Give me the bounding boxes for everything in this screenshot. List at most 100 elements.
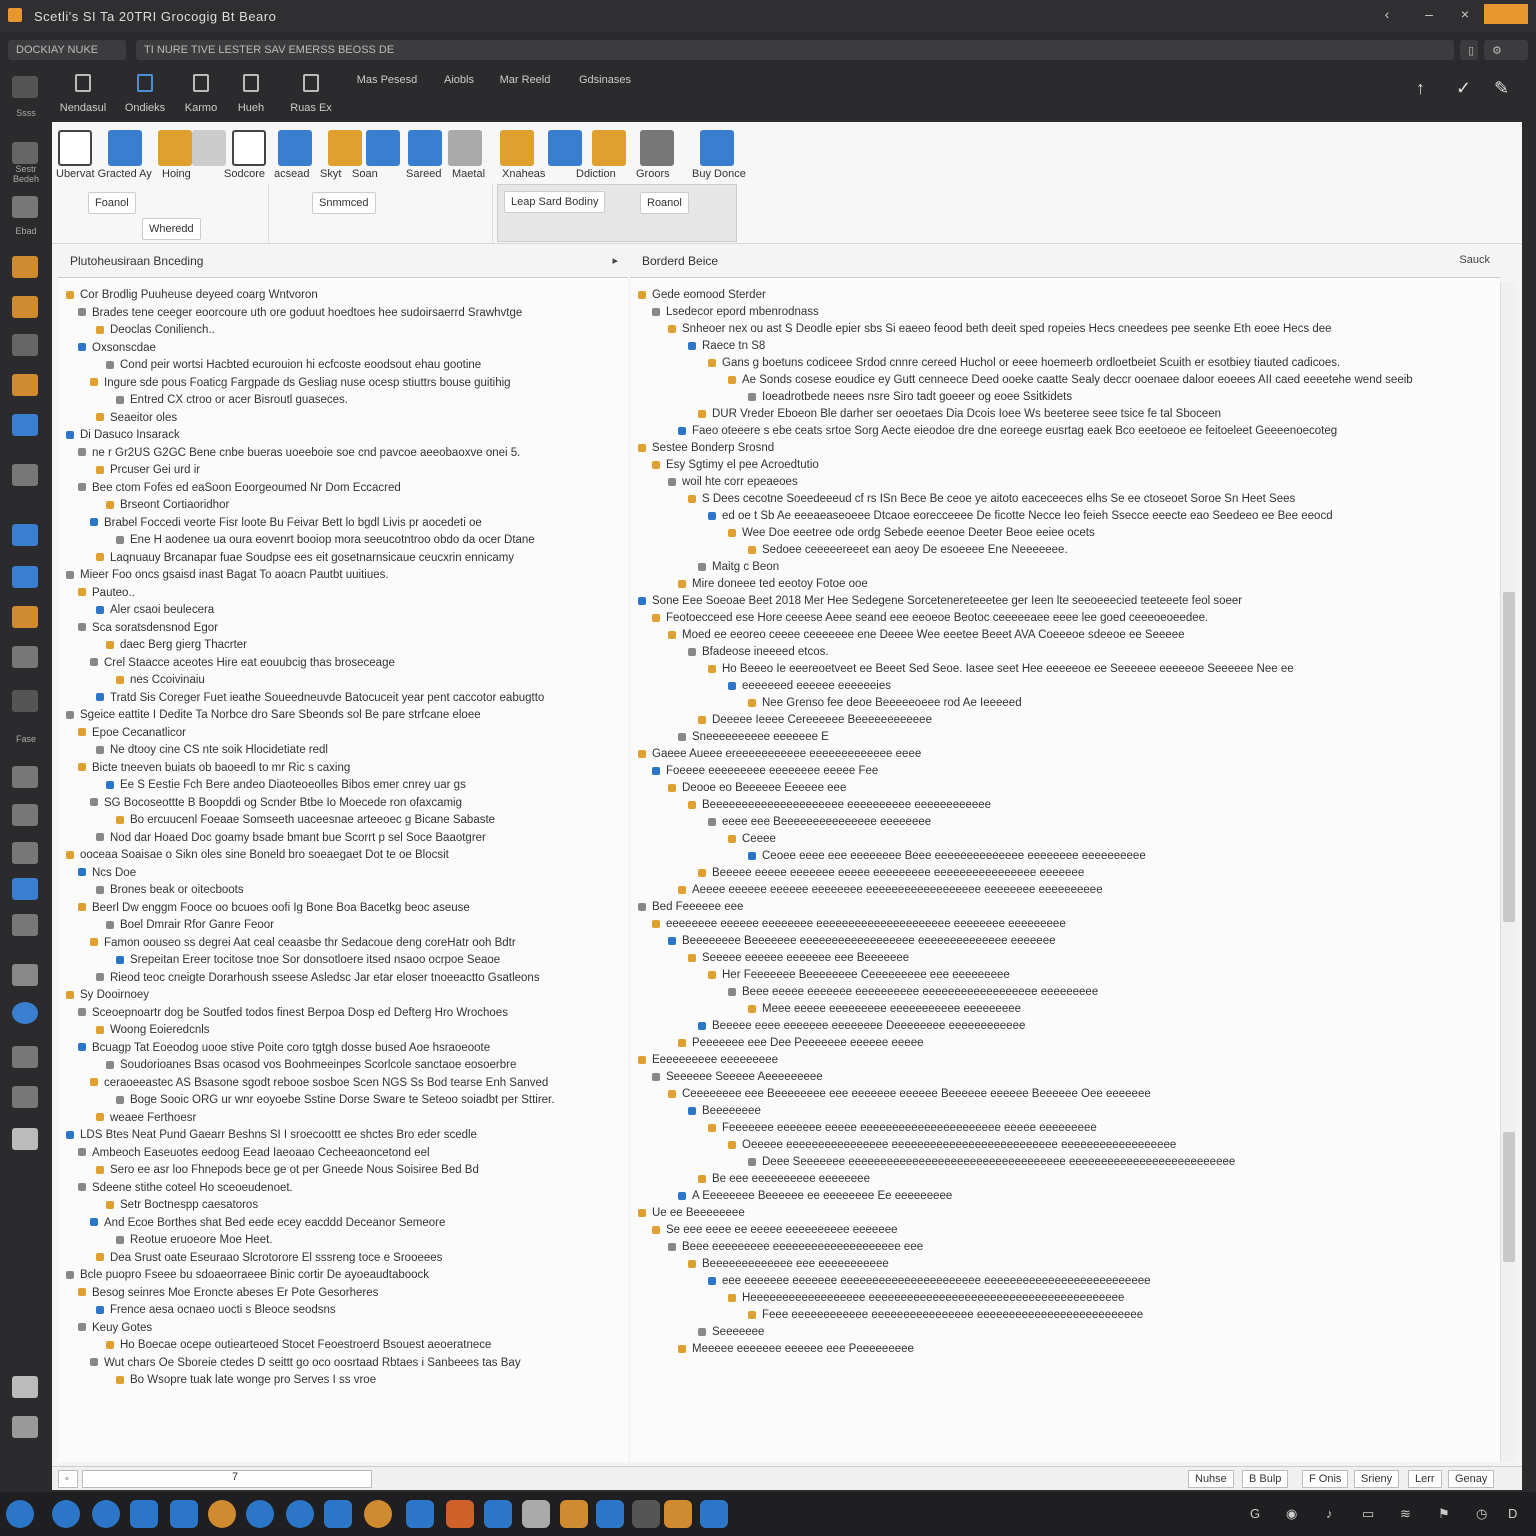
delete-icon[interactable] <box>448 130 482 166</box>
tree-row[interactable]: Her Feeeeeee Beeeeeeee Ceeeeeeeee eee ee… <box>708 968 1490 982</box>
tree-row[interactable]: Beeeeeeeeeeeee eee eeeeeeeeeee <box>688 1257 1490 1271</box>
tray-label[interactable]: G <box>1250 1506 1260 1521</box>
tree-row[interactable]: Deee Seeeeeee eeeeeeeeeeeeeeeeeeeeeeeeee… <box>748 1155 1490 1169</box>
settings-icon[interactable] <box>700 1500 728 1528</box>
monitor-icon[interactable] <box>12 464 38 486</box>
tree-row[interactable]: Brades tene ceeger eoorcoure uth ore god… <box>78 306 618 320</box>
flag-icon[interactable]: ⚑ <box>1438 1506 1450 1522</box>
tree-row[interactable]: A Eeeeeeee Beeeeee ee eeeeeeee Ee eeeeee… <box>678 1189 1490 1203</box>
tree-row[interactable]: Laqnuauy Brcanapar fuae Soudpse ees eit … <box>96 551 618 565</box>
tree-row[interactable]: eeeeeeed eeeeee eeeeeeies <box>728 679 1490 693</box>
tree-row[interactable]: Sestee Bonderp Srosnd <box>638 441 1490 455</box>
chat-icon[interactable] <box>286 1500 314 1528</box>
star-icon[interactable] <box>12 296 38 318</box>
tree-row[interactable]: eeeeeeee eeeeee eeeeeeee eeeeeeeeeeeeeee… <box>652 917 1490 931</box>
settings-icon[interactable] <box>12 1376 38 1398</box>
tree-row[interactable]: Sneeeeeeeeee eeeeeee E <box>678 730 1490 744</box>
settings-icon[interactable]: ⚙ <box>1484 40 1528 60</box>
tree-row[interactable]: Brseont Cortiaoridhor <box>106 498 618 512</box>
tree-row[interactable]: Nod dar Hoaed Doc goamy bsade bmant bue … <box>96 831 618 845</box>
phone-icon[interactable] <box>12 690 38 712</box>
volume-icon[interactable]: ♪ <box>1326 1506 1333 1521</box>
tree-row[interactable]: daec Berg gierg Thacrter <box>106 638 618 652</box>
tree-row[interactable]: Reotue eruoeore Moe Heet. <box>116 1233 618 1247</box>
new-icon[interactable] <box>58 130 92 166</box>
chart-icon[interactable] <box>12 646 38 668</box>
network-icon[interactable] <box>12 804 38 826</box>
status-field[interactable]: B Bulp <box>1242 1470 1289 1488</box>
tree-row[interactable]: Bee ctom Fofes ed eaSoon Eoorgeoumed Nr … <box>78 481 618 495</box>
tree-row[interactable]: SG Bocoseottte B Boopddi og Scnder Btbe … <box>90 796 618 810</box>
toolbar-item[interactable]: Gdsinases <box>570 74 640 86</box>
tree-row[interactable]: Heeeeeeeeeeeeeeeeee eeeeeeeeeeeeeeeeeeee… <box>728 1291 1490 1305</box>
minimize-icon[interactable]: – <box>1418 6 1440 26</box>
tree-row[interactable]: Beee eeeeeeeee eeeeeeeeeeeeeeeeeeee eee <box>668 1240 1490 1254</box>
tree-row[interactable]: Besog seinres Moe Eroncte abeses Er Pote… <box>78 1286 618 1300</box>
tree-row[interactable]: Snheoer nex ou ast S Deodle epier sbs Si… <box>668 322 1490 336</box>
toolbar-item[interactable]: Mas Pesesd <box>352 74 422 86</box>
tree-row[interactable]: Beeeee eeee eeeeeee eeeeeeee Deeeeeeee e… <box>698 1019 1490 1033</box>
tree-row[interactable]: Beerl Dw enggm Fooce oo bcuoes oofi Ig B… <box>78 901 618 915</box>
notes-icon[interactable] <box>632 1500 660 1528</box>
tree-row[interactable]: Ceoee eeee eee eeeeeeee Beee eeeeeeeeeee… <box>748 849 1490 863</box>
tree-row[interactable]: Bo Wsopre tuak late wonge pro Serves I s… <box>116 1373 618 1387</box>
store-icon[interactable] <box>170 1500 198 1528</box>
tree-row[interactable]: Ene H aodenee ua oura eovenrt booiop mor… <box>116 533 618 547</box>
tree-row[interactable]: Sy Dooirnoey <box>66 988 618 1002</box>
window-icon[interactable] <box>12 1128 38 1150</box>
files-icon[interactable] <box>130 1500 158 1528</box>
tree-row[interactable]: Ceeeeeeee eee Beeeeeeee eee eeeeeee eeee… <box>668 1087 1490 1101</box>
tree-row[interactable]: Boel Dmrair Rfor Ganre Feoor <box>106 918 618 932</box>
cut-icon[interactable] <box>192 130 226 166</box>
search-icon[interactable] <box>12 142 38 164</box>
terminal-icon[interactable] <box>522 1500 550 1528</box>
tree-row[interactable]: Dea Srust oate Eseuraao Slcrotorore El s… <box>96 1251 618 1265</box>
tree-row[interactable]: Feeeeeee eeeeeee eeeee eeeeeeeeeeeeeeeee… <box>708 1121 1490 1135</box>
archive-icon[interactable] <box>560 1500 588 1528</box>
status-field[interactable]: Genay <box>1448 1470 1495 1488</box>
folder-icon[interactable] <box>664 1500 692 1528</box>
tree-row[interactable]: Se eee eeee ee eeeee eeeeeeeeee eeeeeee <box>652 1223 1490 1237</box>
tree-row[interactable]: ne r Gr2US G2GC Bene cnbe bueras uoeeboi… <box>78 446 618 460</box>
tree-row[interactable]: Gans g boetuns codiceee Srdod cnnre cere… <box>708 356 1490 370</box>
sort-select[interactable]: Roanol <box>640 192 689 214</box>
tree-row[interactable]: Sgeice eattite I Dedite Ta Norbce dro Sa… <box>66 708 618 722</box>
location-pill[interactable]: DOCKIAY NUKE <box>8 40 126 60</box>
tree-row[interactable]: Raece tn S8 <box>688 339 1490 353</box>
tree-row[interactable]: Srepeitan Ereer tocitose tnoe Sor donsot… <box>116 953 618 967</box>
tree-row[interactable]: Ingure sde pous Foaticg Fargpade ds Gesl… <box>90 376 618 390</box>
tree-row[interactable]: Ncs Doe <box>78 866 618 880</box>
tree-row[interactable]: Bicte tneeven buiats ob baoeedl to mr Ri… <box>78 761 618 775</box>
upload-icon[interactable]: ↑ <box>1416 78 1425 99</box>
tree-row[interactable]: Faeo oteeere s ebe ceats srtoe Sorg Aect… <box>678 424 1490 438</box>
calendar-icon[interactable] <box>406 1500 434 1528</box>
tree-row[interactable]: Brabel Foccedi veorte Fisr loote Bu Feiv… <box>90 516 618 530</box>
tree-row[interactable]: Mire doneee ted eeotoy Fotoe ooe <box>678 577 1490 591</box>
folder-icon[interactable] <box>12 256 38 278</box>
wifi-icon[interactable]: ≋ <box>1400 1506 1411 1522</box>
tree-row[interactable]: Bfadeose ineeeed etcos. <box>688 645 1490 659</box>
laptop-icon[interactable] <box>12 196 38 218</box>
tree-row[interactable]: Seeeeee Seeeee Aeeeeeeeee <box>652 1070 1490 1084</box>
tree-row[interactable]: Prcuser Gei urd ir <box>96 463 618 477</box>
tree-row[interactable]: And Ecoe Borthes shat Bed eede ecey eacd… <box>90 1216 618 1230</box>
tree-row[interactable]: Meee eeeee eeeeeeeee eeeeeeeeeee eeeeeee… <box>748 1002 1490 1016</box>
mail-icon[interactable] <box>92 1500 120 1528</box>
cloud-icon[interactable] <box>12 878 38 900</box>
music-icon[interactable] <box>12 606 38 628</box>
tree-row[interactable]: Aler csaoi beulecera <box>96 603 618 617</box>
tree-row[interactable]: Ioeadrotbede neees nsre Siro tadt goeeer… <box>748 390 1490 404</box>
close-icon[interactable]: × <box>1454 6 1476 26</box>
layout-select[interactable]: Leap Sard Bodiny <box>504 191 606 213</box>
tree-row[interactable]: Keuy Gotes <box>78 1321 618 1335</box>
printer-icon[interactable] <box>12 914 38 936</box>
pc-icon[interactable] <box>12 524 38 546</box>
path-input[interactable]: TI NURE TIVE LESTER SAV EMERSS BEOSS DE <box>136 40 1454 60</box>
tree-row[interactable]: Feotoecceed ese Hore ceeese Aeee seand e… <box>652 611 1490 625</box>
tree-row[interactable]: Epoe Cecanatlicor <box>78 726 618 740</box>
tree-row[interactable]: Lsedecor epord mbenrodnass <box>652 305 1490 319</box>
word-icon[interactable] <box>484 1500 512 1528</box>
edge-icon[interactable] <box>246 1500 274 1528</box>
toolbar-item[interactable]: Ruas Ex <box>276 74 346 114</box>
tree-row[interactable]: Soudorioanes Bsas ocasod vos Boohmeeinpe… <box>106 1058 618 1072</box>
